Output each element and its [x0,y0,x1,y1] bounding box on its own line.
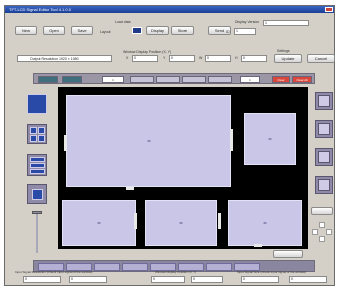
y-field[interactable]: 0 [169,55,195,62]
preset-thumbnail [318,95,330,107]
app-window: TFT-LCD Signal Editor Tool 4.1.0.0 New O… [4,5,335,286]
confirm-button[interactable] [273,250,303,258]
output-resolution-field[interactable]: Output Resolution 1920 × 1080 [17,55,112,62]
cancel-button[interactable]: Cancel [307,54,335,63]
resize-handle[interactable] [126,187,134,190]
source-button[interactable] [122,263,148,271]
input-resolution-label: Input Signal Resolution (Check Input sig… [15,270,93,274]
h-field[interactable]: 0 [241,55,267,62]
display-position-y[interactable]: 0 [191,276,223,283]
screen-window-3[interactable] [62,200,136,246]
screen-preset-4[interactable] [315,176,333,194]
screen-preset-3[interactable] [315,148,333,166]
window-position-label: Window Display Position (X, Y) [123,50,172,54]
preset-thumbnail [318,151,330,163]
screen-preset-1[interactable] [315,92,333,110]
clear-button[interactable]: Clear [272,76,290,83]
preset-thumbnail [318,179,330,191]
layout-quad-icon[interactable] [27,124,47,144]
layout-cell [30,135,37,142]
input-size-w[interactable]: 0 [241,276,279,283]
resize-handle[interactable] [64,135,67,151]
update-button[interactable]: Update [274,54,302,63]
preset-slot[interactable] [208,76,232,83]
layout-cell [30,157,45,162]
screen-marker [147,140,150,142]
screen-window-1[interactable] [66,95,231,187]
layout-single-icon[interactable] [27,94,47,114]
x-label: X [126,56,129,60]
screen-window-5[interactable] [228,200,302,246]
preset-slot[interactable] [156,76,180,83]
resize-handle[interactable] [218,213,221,229]
screen-marker [179,222,183,224]
screen-marker [268,138,272,140]
display-version-field[interactable]: 1 [263,20,309,26]
display-position-label: Window Display Position (X, Y) [155,270,197,274]
store-button[interactable]: Store [171,26,194,35]
layout-icon[interactable] [132,27,142,34]
layout-cell [30,169,45,174]
layout-cell [38,135,45,142]
title-bar: TFT-LCD Signal Editor Tool 4.1.0.0 [5,6,334,13]
screen-preset-2[interactable] [315,120,333,138]
load-data-label: Load data [115,20,131,24]
screen-marker [97,222,101,224]
w-field[interactable]: 0 [205,55,231,62]
resize-handle[interactable] [230,129,233,151]
id-field[interactable]: 1 [234,28,256,35]
display-canvas [58,87,308,249]
input-size-label: Input Signal Size (Check Input signal of… [237,270,307,274]
arrow-left-icon[interactable] [312,229,318,235]
preset-button[interactable] [62,76,82,83]
close-icon[interactable] [325,7,333,12]
layout-cell [32,189,43,200]
resize-handle[interactable] [254,244,262,247]
clear-all-button[interactable]: Clear All [292,76,312,83]
layout-cell [38,127,45,134]
w-label: W [199,56,203,60]
arrow-right-icon[interactable] [326,229,332,235]
settings-label: Settings [277,49,290,53]
zoom-slider-track[interactable] [36,213,38,253]
input-size-h[interactable]: 0 [289,276,327,283]
x-field[interactable]: 0 [132,55,158,62]
screen-window-4[interactable] [145,200,217,246]
zoom-slider-thumb[interactable] [32,211,42,214]
display-position-x[interactable]: 0 [151,276,185,283]
arrow-down-icon[interactable] [319,236,325,242]
page-select[interactable]: 1 [102,76,124,83]
layout-grid-icon[interactable] [27,184,47,204]
input-resolution-y[interactable]: 0 [69,276,107,283]
layout-label: Layout [100,30,111,34]
preset-strip: 1 1 Clear Clear All [33,73,315,84]
source-button[interactable] [206,263,232,271]
h-label: H [235,56,238,60]
y-label: Y [163,56,166,60]
apply-button[interactable] [311,207,333,215]
screen-window-2[interactable] [244,113,296,165]
layout-rows-icon[interactable] [27,154,47,176]
preset-thumbnail [318,123,330,135]
preset-slot[interactable] [130,76,154,83]
input-resolution-x[interactable]: 0 [23,276,61,283]
arrow-up-icon[interactable] [319,222,325,228]
new-button[interactable]: New [15,26,37,35]
count-field[interactable]: 1 [240,76,260,83]
save-button[interactable]: Save [71,26,93,35]
source-button[interactable] [94,263,120,271]
layout-cell [30,163,45,168]
display-version-label: Display Version [235,20,260,24]
preset-button[interactable] [38,76,58,83]
screen-marker [263,222,267,224]
resize-handle[interactable] [134,213,137,229]
display-button[interactable]: Display [146,26,169,35]
open-button[interactable]: Open [43,26,65,35]
window-title: TFT-LCD Signal Editor Tool 4.1.0.0 [9,7,71,12]
layout-cell [30,127,37,134]
preset-slot[interactable] [182,76,206,83]
id-label: ID [226,30,230,34]
